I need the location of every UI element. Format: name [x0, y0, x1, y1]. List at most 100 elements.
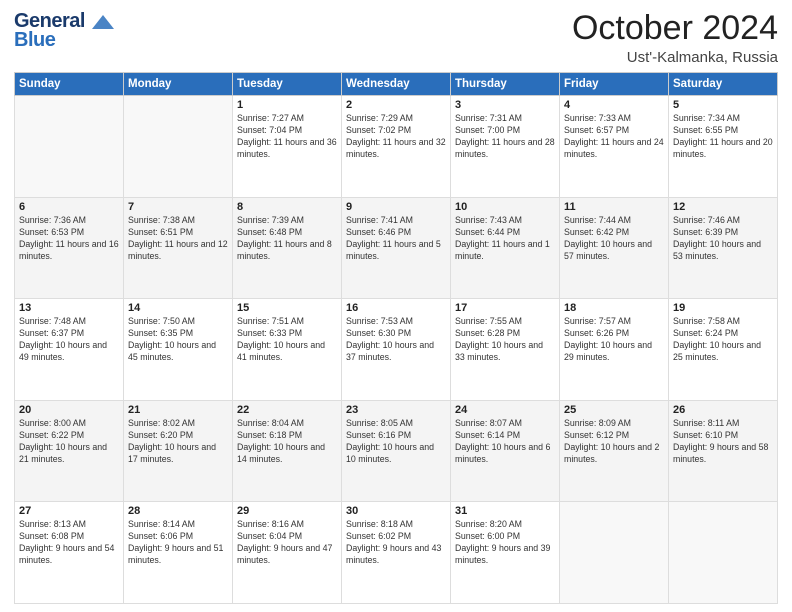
day-info: Sunrise: 7:51 AM Sunset: 6:33 PM Dayligh…	[237, 316, 337, 364]
day-info: Sunrise: 8:00 AM Sunset: 6:22 PM Dayligh…	[19, 418, 119, 466]
day-number: 11	[564, 201, 664, 213]
day-info: Sunrise: 8:05 AM Sunset: 6:16 PM Dayligh…	[346, 418, 446, 466]
location: Ust'-Kalmanka, Russia	[572, 49, 778, 66]
day-number: 16	[346, 302, 446, 314]
day-number: 21	[128, 404, 228, 416]
calendar-day-cell: 14 Sunrise: 7:50 AM Sunset: 6:35 PM Dayli…	[124, 299, 233, 401]
day-number: 1	[237, 99, 337, 111]
day-info: Sunrise: 7:39 AM Sunset: 6:48 PM Dayligh…	[237, 215, 337, 263]
day-number: 29	[237, 505, 337, 517]
calendar-day-cell: 2 Sunrise: 7:29 AM Sunset: 7:02 PM Daylig…	[342, 96, 451, 198]
page: General Blue October 2024 Ust'-Kalmanka,…	[0, 0, 792, 612]
calendar-day-cell: 8 Sunrise: 7:39 AM Sunset: 6:48 PM Daylig…	[233, 197, 342, 299]
day-number: 20	[19, 404, 119, 416]
calendar-day-cell: 13Sunrise: 7:48 AM Sunset: 6:37 PM Dayli…	[15, 299, 124, 401]
calendar-day-cell: 3Sunrise: 7:31 AM Sunset: 7:00 PM Daylig…	[451, 96, 560, 198]
day-number: 24	[455, 404, 555, 416]
calendar-day-cell	[124, 96, 233, 198]
calendar-day-cell: 28 Sunrise: 8:14 AM Sunset: 6:06 PM Dayli…	[124, 502, 233, 604]
calendar-day-cell: 23 Sunrise: 8:05 AM Sunset: 6:16 PM Dayli…	[342, 400, 451, 502]
day-number: 25	[564, 404, 664, 416]
calendar-day-cell	[560, 502, 669, 604]
day-info: Sunrise: 7:50 AM Sunset: 6:35 PM Dayligh…	[128, 316, 228, 364]
day-number: 15	[237, 302, 337, 314]
logo: General Blue	[14, 10, 114, 52]
calendar-day-cell: 6 Sunrise: 7:36 AM Sunset: 6:53 PM Daylig…	[15, 197, 124, 299]
day-info: Sunrise: 7:57 AM Sunset: 6:26 PM Dayligh…	[564, 316, 664, 364]
calendar-day-cell	[15, 96, 124, 198]
calendar-week-row: 1 Sunrise: 7:27 AM Sunset: 7:04 PM Daylig…	[15, 96, 778, 198]
day-number: 30	[346, 505, 446, 517]
day-info: Sunrise: 8:18 AM Sunset: 6:02 PM Dayligh…	[346, 519, 446, 567]
calendar-day-cell: 1 Sunrise: 7:27 AM Sunset: 7:04 PM Daylig…	[233, 96, 342, 198]
calendar-day-cell: 21 Sunrise: 8:02 AM Sunset: 6:20 PM Dayli…	[124, 400, 233, 502]
calendar-header-friday: Friday	[560, 73, 669, 96]
day-info: Sunrise: 7:27 AM Sunset: 7:04 PM Dayligh…	[237, 113, 337, 161]
calendar-header-saturday: Saturday	[669, 73, 778, 96]
day-info: Sunrise: 8:02 AM Sunset: 6:20 PM Dayligh…	[128, 418, 228, 466]
day-info: Sunrise: 7:44 AM Sunset: 6:42 PM Dayligh…	[564, 215, 664, 263]
calendar-day-cell: 31Sunrise: 8:20 AM Sunset: 6:00 PM Dayli…	[451, 502, 560, 604]
day-number: 10	[455, 201, 555, 213]
calendar-week-row: 13Sunrise: 7:48 AM Sunset: 6:37 PM Dayli…	[15, 299, 778, 401]
day-number: 28	[128, 505, 228, 517]
calendar-day-cell: 19 Sunrise: 7:58 AM Sunset: 6:24 PM Dayli…	[669, 299, 778, 401]
day-number: 12	[673, 201, 773, 213]
day-number: 2	[346, 99, 446, 111]
day-number: 7	[128, 201, 228, 213]
day-info: Sunrise: 7:46 AM Sunset: 6:39 PM Dayligh…	[673, 215, 773, 263]
calendar-week-row: 27Sunrise: 8:13 AM Sunset: 6:08 PM Dayli…	[15, 502, 778, 604]
day-number: 13	[19, 302, 119, 314]
day-number: 5	[673, 99, 773, 111]
day-info: Sunrise: 8:04 AM Sunset: 6:18 PM Dayligh…	[237, 418, 337, 466]
logo-line2: Blue	[14, 29, 55, 52]
day-info: Sunrise: 7:38 AM Sunset: 6:51 PM Dayligh…	[128, 215, 228, 263]
day-number: 8	[237, 201, 337, 213]
day-number: 17	[455, 302, 555, 314]
day-number: 19	[673, 302, 773, 314]
day-number: 9	[346, 201, 446, 213]
calendar-table: SundayMondayTuesdayWednesdayThursdayFrid…	[14, 72, 778, 604]
calendar-day-cell: 20 Sunrise: 8:00 AM Sunset: 6:22 PM Dayli…	[15, 400, 124, 502]
calendar-day-cell: 18 Sunrise: 7:57 AM Sunset: 6:26 PM Dayli…	[560, 299, 669, 401]
day-info: Sunrise: 7:43 AM Sunset: 6:44 PM Dayligh…	[455, 215, 555, 263]
day-info: Sunrise: 7:34 AM Sunset: 6:55 PM Dayligh…	[673, 113, 773, 161]
calendar-day-cell: 29 Sunrise: 8:16 AM Sunset: 6:04 PM Dayli…	[233, 502, 342, 604]
calendar-header-monday: Monday	[124, 73, 233, 96]
day-info: Sunrise: 7:58 AM Sunset: 6:24 PM Dayligh…	[673, 316, 773, 364]
calendar-day-cell: 9Sunrise: 7:41 AM Sunset: 6:46 PM Daylig…	[342, 197, 451, 299]
calendar-day-cell: 22Sunrise: 8:04 AM Sunset: 6:18 PM Dayli…	[233, 400, 342, 502]
day-info: Sunrise: 7:31 AM Sunset: 7:00 PM Dayligh…	[455, 113, 555, 161]
calendar-day-cell: 12 Sunrise: 7:46 AM Sunset: 6:39 PM Dayli…	[669, 197, 778, 299]
calendar-week-row: 6 Sunrise: 7:36 AM Sunset: 6:53 PM Daylig…	[15, 197, 778, 299]
day-info: Sunrise: 7:29 AM Sunset: 7:02 PM Dayligh…	[346, 113, 446, 161]
calendar-header-wednesday: Wednesday	[342, 73, 451, 96]
calendar-day-cell: 26Sunrise: 8:11 AM Sunset: 6:10 PM Dayli…	[669, 400, 778, 502]
calendar-day-cell: 4Sunrise: 7:33 AM Sunset: 6:57 PM Daylig…	[560, 96, 669, 198]
day-info: Sunrise: 7:33 AM Sunset: 6:57 PM Dayligh…	[564, 113, 664, 161]
day-info: Sunrise: 8:16 AM Sunset: 6:04 PM Dayligh…	[237, 519, 337, 567]
day-number: 6	[19, 201, 119, 213]
logo-icon	[92, 15, 114, 29]
day-number: 18	[564, 302, 664, 314]
month-title: October 2024	[572, 10, 778, 47]
day-info: Sunrise: 7:36 AM Sunset: 6:53 PM Dayligh…	[19, 215, 119, 263]
calendar-day-cell: 10 Sunrise: 7:43 AM Sunset: 6:44 PM Dayli…	[451, 197, 560, 299]
calendar-day-cell: 30 Sunrise: 8:18 AM Sunset: 6:02 PM Dayli…	[342, 502, 451, 604]
calendar-header-tuesday: Tuesday	[233, 73, 342, 96]
calendar-day-cell: 17 Sunrise: 7:55 AM Sunset: 6:28 PM Dayli…	[451, 299, 560, 401]
title-block: October 2024 Ust'-Kalmanka, Russia	[572, 10, 778, 66]
day-number: 14	[128, 302, 228, 314]
calendar-header-sunday: Sunday	[15, 73, 124, 96]
calendar-day-cell: 25Sunrise: 8:09 AM Sunset: 6:12 PM Dayli…	[560, 400, 669, 502]
day-number: 31	[455, 505, 555, 517]
day-info: Sunrise: 7:55 AM Sunset: 6:28 PM Dayligh…	[455, 316, 555, 364]
day-number: 23	[346, 404, 446, 416]
day-info: Sunrise: 8:11 AM Sunset: 6:10 PM Dayligh…	[673, 418, 773, 466]
day-info: Sunrise: 8:14 AM Sunset: 6:06 PM Dayligh…	[128, 519, 228, 567]
calendar-header-row: SundayMondayTuesdayWednesdayThursdayFrid…	[15, 73, 778, 96]
calendar-week-row: 20 Sunrise: 8:00 AM Sunset: 6:22 PM Dayli…	[15, 400, 778, 502]
day-info: Sunrise: 7:53 AM Sunset: 6:30 PM Dayligh…	[346, 316, 446, 364]
calendar-day-cell: 16 Sunrise: 7:53 AM Sunset: 6:30 PM Dayli…	[342, 299, 451, 401]
calendar-day-cell	[669, 502, 778, 604]
